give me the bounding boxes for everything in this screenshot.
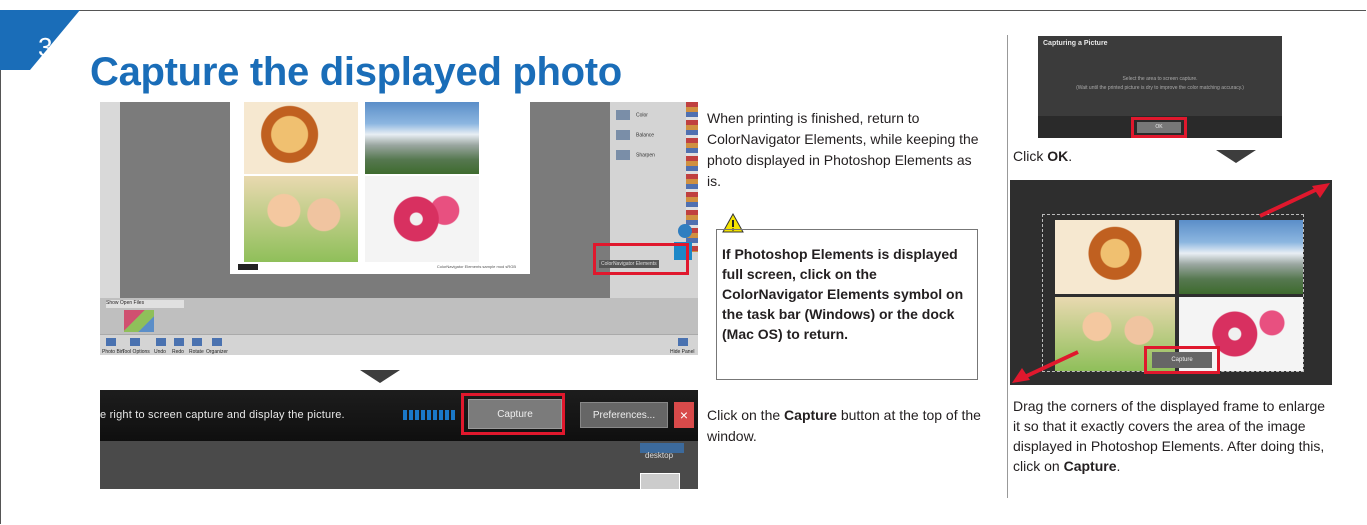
panel-item-balance[interactable]: Balance (616, 130, 696, 148)
redo-label[interactable]: Redo (172, 349, 184, 355)
arrow-indicator-icon (403, 410, 455, 420)
ps-footer-toolbar: Photo Bin Tool Options Undo Redo Rotate … (100, 334, 698, 355)
ps-photo-bin: Show Open Files (100, 298, 698, 334)
step-number: 3 (38, 32, 53, 62)
drag-instruction: Drag the corners of the displayed frame … (1013, 398, 1326, 474)
photo-flowers (365, 176, 479, 262)
rotate-label[interactable]: Rotate (189, 349, 204, 355)
photo-bin-label[interactable]: Photo Bin (102, 349, 124, 355)
photo-mountain (365, 102, 479, 174)
resize-arrows-icon (1012, 183, 1330, 383)
capturing-dialog-screenshot: Capturing a Picture Select the area to s… (1038, 36, 1282, 138)
redo-icon[interactable] (174, 338, 184, 346)
dialog-line-1: Select the area to screen capture. (1122, 76, 1198, 82)
page-title: Capture the displayed photo (90, 50, 622, 94)
panel-item-sharpen[interactable]: Sharpen (616, 150, 696, 168)
capture-toolbar: e right to screen capture and display th… (100, 390, 698, 441)
panel-item-color[interactable]: Color (616, 110, 696, 128)
dialog-title: Capturing a Picture (1043, 40, 1108, 47)
photo-bin-thumbnail[interactable] (124, 310, 154, 332)
capture-bold-label: Capture (784, 407, 837, 423)
down-arrow-icon (360, 370, 400, 383)
ok-bold-label: OK (1047, 148, 1069, 164)
desktop-thumbnail[interactable] (640, 473, 680, 489)
capture-instruction: Click on the Capture button at the top o… (707, 407, 981, 444)
ok-button-highlight (1131, 117, 1187, 138)
hide-panel-label[interactable]: Hide Panel (670, 349, 694, 355)
dock-app-icon[interactable] (678, 224, 692, 238)
dialog-line-2: (Wait until the printed picture is dry t… (1076, 85, 1244, 91)
capture-button-highlight (461, 393, 565, 435)
desktop-area: desktop (100, 441, 698, 489)
undo-icon[interactable] (156, 338, 166, 346)
capture-instruction-text: e right to screen capture and display th… (100, 409, 345, 421)
click-ok-text: Click OK. (1013, 148, 1073, 164)
capture-bar-screenshot: e right to screen capture and display th… (100, 390, 698, 489)
column-divider (1007, 35, 1008, 498)
warning-text: If Photoshop Elements is displayed full … (722, 246, 964, 342)
preferences-button[interactable]: Preferences... (580, 402, 668, 428)
ps-photo-caption: ColorNavigator Elements sample mod sRGB (436, 264, 516, 269)
open-files-select[interactable]: Show Open Files (106, 300, 184, 308)
color-icon (616, 110, 630, 120)
organizer-icon[interactable] (212, 338, 222, 346)
balance-icon (616, 130, 630, 140)
step-badge: 3 (0, 10, 80, 70)
down-arrow-icon (1216, 150, 1256, 163)
photoshop-screenshot: ColorNavigator Elements sample mod sRGB … (100, 102, 698, 355)
ps-print-sheet: ColorNavigator Elements sample mod sRGB (230, 102, 530, 274)
photo-bin-icon[interactable] (106, 338, 116, 346)
capture-window-screenshot: Capture (1010, 180, 1332, 385)
photo-breakfast (244, 102, 358, 174)
close-button[interactable]: × (674, 402, 694, 428)
return-instruction: When printing is finished, return to Col… (707, 110, 979, 189)
organizer-label[interactable]: Organizer (206, 349, 228, 355)
tool-options-icon[interactable] (130, 338, 140, 346)
rotate-icon[interactable] (192, 338, 202, 346)
sharpen-icon (616, 150, 630, 160)
photo-children (244, 176, 358, 262)
taskbar-highlight (593, 243, 689, 275)
ps-toolbox (100, 102, 120, 298)
desktop-label[interactable]: desktop (645, 451, 673, 460)
eizo-logo (238, 264, 258, 270)
undo-label[interactable]: Undo (154, 349, 166, 355)
capture-bold-label: Capture (1063, 458, 1117, 474)
hide-panel-icon[interactable] (678, 338, 688, 346)
tool-options-label[interactable]: Tool Options (122, 349, 150, 355)
